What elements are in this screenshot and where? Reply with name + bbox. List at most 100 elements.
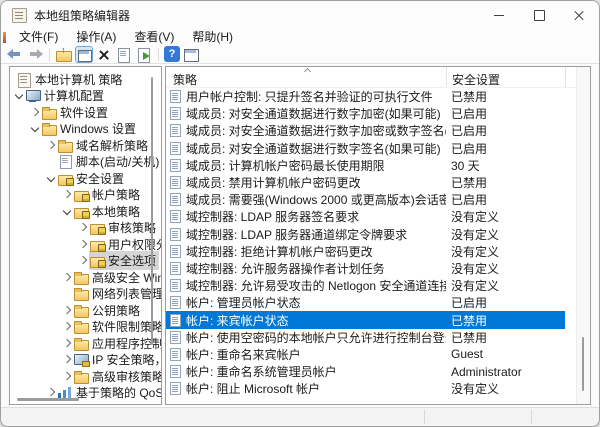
tree-item[interactable]: 安全选项 (10, 253, 161, 270)
column-header-policy[interactable]: 策略 (173, 71, 197, 88)
policy-icon (170, 296, 181, 309)
policy-name: 帐户: 来宾帐户状态 (186, 312, 446, 329)
expander-icon[interactable] (46, 156, 57, 167)
folder-icon (74, 304, 89, 317)
policy-row[interactable]: 域成员: 对安全通道数据进行数字加密或数字签名(始终) 已启用 (166, 122, 565, 139)
policy-setting-value: 30 天 (451, 157, 480, 174)
policy-setting-value: 没有定义 (451, 277, 499, 294)
computer-icon (26, 89, 41, 102)
policy-row[interactable]: 域控制器: 允许服务器操作者计划任务 没有定义 (166, 260, 565, 277)
minimize-button[interactable] (479, 1, 519, 29)
policy-row[interactable]: 域控制器: LDAP 服务器通道绑定令牌要求 没有定义 (166, 226, 565, 243)
policy-row[interactable]: 帐户: 使用空密码的本地帐户只允许进行控制台登录 已禁用 (166, 329, 565, 346)
policy-row[interactable]: 帐户: 阻止 Microsoft 帐户 没有定义 (166, 380, 565, 397)
tree-item[interactable]: 公钥策略 (10, 302, 161, 319)
expander-icon[interactable] (62, 321, 73, 332)
list-vertical-scrollbar[interactable] (582, 337, 584, 391)
policy-icon (170, 193, 181, 206)
menu-item[interactable]: 帮助(H) (183, 29, 242, 45)
folder-icon (42, 106, 57, 119)
help-icon[interactable] (164, 46, 180, 62)
expander-icon[interactable] (62, 354, 73, 365)
policy-row[interactable]: 域成员: 计算机帐户密码最长使用期限 30 天 (166, 157, 565, 174)
console-tree-panel: 本地计算机 策略 计算机配置 软件设置 Windows 设置 域名解析策略 脚本… (9, 66, 162, 405)
maximize-button[interactable] (519, 1, 559, 29)
policy-row[interactable]: 域控制器: 拒绝计算机帐户密码更改 没有定义 (166, 243, 565, 260)
policy-row[interactable]: 域成员: 禁用计算机帐户密码更改 已禁用 (166, 174, 565, 191)
tree-item[interactable]: Windows 设置 (10, 121, 161, 138)
expander-icon[interactable] (62, 272, 73, 283)
expander-icon[interactable] (30, 123, 41, 134)
tree-item[interactable]: 本地计算机 策略 (10, 71, 161, 88)
policy-setting-value: 已禁用 (451, 174, 487, 191)
tree-item[interactable]: 应用程序控制策略 (10, 335, 161, 352)
expander-icon[interactable] (46, 387, 57, 398)
show-console-tree-icon[interactable] (75, 46, 93, 63)
tree-horizontal-scrollbar[interactable] (17, 398, 79, 401)
tree-item[interactable]: 审核策略 (10, 220, 161, 237)
folder-icon (58, 139, 73, 152)
policy-row[interactable]: 域成员: 对安全通道数据进行数字加密(如果可能) 已启用 (166, 105, 565, 122)
tree-item[interactable]: 本地策略 (10, 203, 161, 220)
expander-icon[interactable] (62, 371, 73, 382)
column-header-security-setting[interactable]: 安全设置 (452, 71, 500, 88)
policy-row[interactable]: 帐户: 重命名来宾帐户 Guest (166, 346, 565, 363)
policy-row[interactable]: 帐户: 来宾帐户状态 已禁用 (166, 311, 565, 328)
window-controls (479, 1, 599, 29)
menu-item[interactable]: 查看(V) (125, 29, 183, 45)
policy-setting-value: 已启用 (451, 191, 487, 208)
tree-item[interactable]: 帐户策略 (10, 187, 161, 204)
tree-item[interactable]: 高级安全 Windows Defender 防火墙 (10, 269, 161, 286)
tree-item[interactable]: 软件限制策略 (10, 319, 161, 336)
policy-row[interactable]: 域成员: 需要强(Windows 2000 或更高版本)会话密钥 已启用 (166, 191, 565, 208)
column-divider[interactable] (446, 67, 447, 87)
list-scrollbar-track[interactable] (576, 67, 590, 404)
back-icon[interactable] (6, 46, 24, 63)
tree-item[interactable]: 软件设置 (10, 104, 161, 121)
policy-row[interactable]: 帐户: 管理员帐户状态 已启用 (166, 294, 565, 311)
policy-icon (170, 348, 181, 361)
expander-icon[interactable] (62, 338, 73, 349)
up-one-level-icon[interactable] (55, 46, 73, 63)
expander-icon[interactable] (78, 222, 89, 233)
menu-item[interactable]: 文件(F) (10, 29, 67, 45)
expander-icon[interactable] (62, 206, 73, 217)
policy-setting-value: 没有定义 (451, 380, 499, 397)
tree-item[interactable]: 高级审核策略配置 (10, 368, 161, 385)
tree-vertical-scrollbar[interactable] (151, 77, 153, 345)
expander-icon[interactable] (62, 189, 73, 200)
tree-item[interactable]: 安全设置 (10, 170, 161, 187)
tree-item[interactable]: 网络列表管理器策略 (10, 286, 161, 303)
policy-row[interactable]: 帐户: 重命名系统管理员帐户 Administrator (166, 363, 565, 380)
expander-icon[interactable] (14, 90, 25, 101)
expander-icon[interactable] (30, 107, 41, 118)
properties-icon[interactable] (115, 46, 133, 63)
forward-icon[interactable] (26, 46, 44, 63)
expander-icon[interactable] (46, 140, 57, 151)
tree-item[interactable]: 域名解析策略 (10, 137, 161, 154)
policy-row[interactable]: 用户帐户控制: 只提升签名并验证的可执行文件 已禁用 (166, 88, 565, 105)
tree-item[interactable]: 脚本(启动/关机) (10, 154, 161, 171)
tree-item[interactable]: 计算机配置 (10, 88, 161, 105)
policy-icon (170, 124, 181, 137)
policy-row[interactable]: 域控制器: LDAP 服务器签名要求 没有定义 (166, 208, 565, 225)
expander-icon[interactable] (62, 305, 73, 316)
expander-icon[interactable] (78, 239, 89, 250)
close-button[interactable] (559, 1, 599, 29)
export-list-icon[interactable] (135, 46, 153, 63)
policy-row[interactable]: 域成员: 对安全通道数据进行数字签名(如果可能) 已启用 (166, 140, 565, 157)
expander-icon[interactable] (62, 288, 73, 299)
policy-setting-value: 已禁用 (451, 312, 487, 329)
folder-icon (74, 320, 89, 333)
column-divider[interactable] (565, 67, 566, 87)
expander-icon[interactable] (78, 255, 89, 266)
policy-row[interactable]: 域控制器: 允许易受攻击的 Netlogon 安全通道连接 没有定义 (166, 277, 565, 294)
menu-item[interactable]: 操作(A) (67, 29, 125, 45)
expander-icon[interactable] (46, 173, 57, 184)
title-bar: 本地组策略编辑器 (1, 1, 599, 29)
policy-icon (170, 107, 181, 120)
tree-item[interactable]: 用户权限分配 (10, 236, 161, 253)
new-window-icon[interactable] (182, 46, 200, 63)
delete-icon[interactable] (95, 46, 113, 63)
tree-item[interactable]: IP 安全策略，在 本地计算机 (10, 352, 161, 369)
